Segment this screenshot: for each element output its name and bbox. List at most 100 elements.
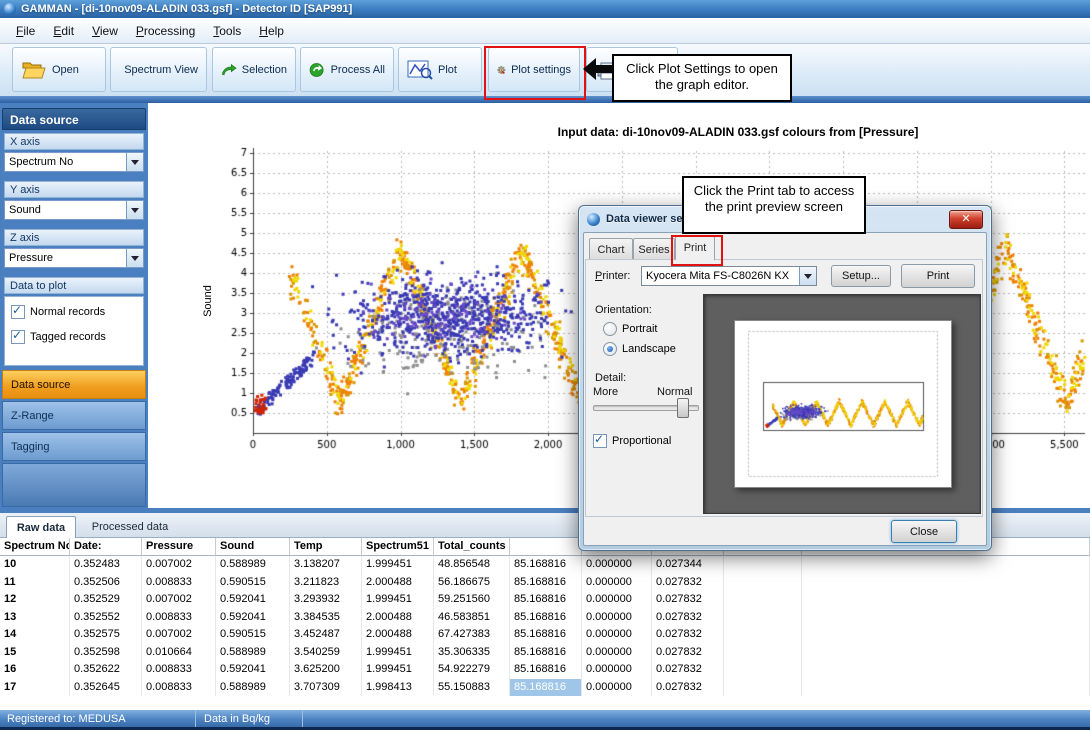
table-cell[interactable]: 0.590515: [216, 626, 290, 644]
table-cell[interactable]: [802, 661, 1090, 679]
dialog-close-icon[interactable]: ✕: [949, 210, 983, 229]
table-cell[interactable]: 3.211823: [290, 574, 362, 592]
table-cell[interactable]: 67.427383: [434, 626, 510, 644]
z-axis-select[interactable]: Pressure: [4, 248, 144, 268]
table-cell[interactable]: 0.027832: [652, 591, 724, 609]
table-cell[interactable]: 2.000488: [362, 609, 434, 627]
table-cell[interactable]: 55.150883: [434, 679, 510, 697]
table-cell[interactable]: 12: [0, 591, 70, 609]
table-header-cell[interactable]: Spectrum51: [362, 538, 434, 556]
table-cell[interactable]: [724, 591, 802, 609]
table-cell[interactable]: 1.999451: [362, 661, 434, 679]
table-cell[interactable]: 0.352529: [70, 591, 142, 609]
table-header-cell[interactable]: Sound: [216, 538, 290, 556]
menu-processing[interactable]: Processing: [128, 21, 203, 41]
table-cell[interactable]: 3.452487: [290, 626, 362, 644]
table-cell[interactable]: 0.000000: [582, 626, 652, 644]
table-cell[interactable]: [724, 679, 802, 697]
table-cell[interactable]: 3.707309: [290, 679, 362, 697]
table-cell[interactable]: 0.027832: [652, 626, 724, 644]
y-axis-select[interactable]: Sound: [4, 200, 144, 220]
table-cell[interactable]: [802, 556, 1090, 574]
table-cell[interactable]: 56.186675: [434, 574, 510, 592]
table-cell[interactable]: 0.008833: [142, 661, 216, 679]
table-cell[interactable]: 85.168816: [510, 661, 582, 679]
table-cell[interactable]: 54.922279: [434, 661, 510, 679]
table-cell[interactable]: 0.352622: [70, 661, 142, 679]
table-cell[interactable]: [724, 626, 802, 644]
detail-slider-thumb[interactable]: [677, 398, 689, 418]
proportional-checkbox[interactable]: Proportional: [593, 434, 671, 448]
chevron-down-icon[interactable]: [126, 249, 143, 267]
chevron-down-icon[interactable]: [126, 201, 143, 219]
table-cell[interactable]: 0.000000: [582, 644, 652, 662]
sidebar-nav-data-source[interactable]: Data source: [2, 370, 146, 399]
table-cell[interactable]: 0.007002: [142, 626, 216, 644]
table-cell[interactable]: 0.592041: [216, 591, 290, 609]
table-cell[interactable]: 0.352552: [70, 609, 142, 627]
table-cell[interactable]: 1.999451: [362, 556, 434, 574]
chevron-down-icon[interactable]: [799, 267, 816, 285]
table-cell[interactable]: 85.168816: [510, 609, 582, 627]
table-cell[interactable]: [724, 556, 802, 574]
table-cell[interactable]: [802, 644, 1090, 662]
table-cell[interactable]: 59.251560: [434, 591, 510, 609]
table-cell[interactable]: 17: [0, 679, 70, 697]
table-cell[interactable]: 85.168816: [510, 574, 582, 592]
table-cell[interactable]: [724, 609, 802, 627]
table-cell[interactable]: 3.138207: [290, 556, 362, 574]
table-cell[interactable]: 3.625200: [290, 661, 362, 679]
table-cell[interactable]: [802, 574, 1090, 592]
table-cell[interactable]: 11: [0, 574, 70, 592]
table-cell[interactable]: [802, 626, 1090, 644]
table-cell[interactable]: 0.007002: [142, 556, 216, 574]
table-cell[interactable]: [802, 591, 1090, 609]
table-cell[interactable]: 0.588989: [216, 556, 290, 574]
table-cell[interactable]: 13: [0, 609, 70, 627]
table-cell[interactable]: [724, 644, 802, 662]
table-cell[interactable]: 3.540259: [290, 644, 362, 662]
window-titlebar[interactable]: GAMMAN - [di-10nov09-ALADIN 033.gsf] - D…: [0, 0, 1090, 18]
printer-select[interactable]: Kyocera Mita FS-C8026N KX: [641, 266, 817, 286]
table-cell[interactable]: 0.007002: [142, 591, 216, 609]
setup-button[interactable]: Setup...: [831, 265, 891, 287]
table-header-cell[interactable]: [510, 538, 582, 556]
table-cell[interactable]: 3.293932: [290, 591, 362, 609]
tab-chart[interactable]: Chart: [589, 238, 633, 260]
table-cell[interactable]: 0.352506: [70, 574, 142, 592]
table-cell[interactable]: 0.000000: [582, 661, 652, 679]
menu-file[interactable]: File: [8, 21, 43, 41]
table-cell[interactable]: 0.592041: [216, 609, 290, 627]
table-cell[interactable]: 15: [0, 644, 70, 662]
table-cell[interactable]: 0.000000: [582, 556, 652, 574]
table-cell[interactable]: 0.000000: [582, 591, 652, 609]
close-button[interactable]: Close: [891, 520, 957, 543]
table-cell[interactable]: 14: [0, 626, 70, 644]
table-cell[interactable]: 85.168816: [510, 644, 582, 662]
table-cell[interactable]: 1.999451: [362, 644, 434, 662]
table-cell[interactable]: 0.592041: [216, 661, 290, 679]
table-cell[interactable]: 2.000488: [362, 626, 434, 644]
table-cell[interactable]: 1.998413: [362, 679, 434, 697]
sidebar-nav-z-range[interactable]: Z-Range: [2, 401, 146, 430]
menu-edit[interactable]: Edit: [45, 21, 82, 41]
table-cell[interactable]: 0.352575: [70, 626, 142, 644]
table-cell[interactable]: 16: [0, 661, 70, 679]
table-cell[interactable]: 0.352645: [70, 679, 142, 697]
table-header-cell[interactable]: Total_counts: [434, 538, 510, 556]
menu-view[interactable]: View: [84, 21, 126, 41]
table-cell[interactable]: 0.588989: [216, 644, 290, 662]
table-cell[interactable]: 2.000488: [362, 574, 434, 592]
tagged-records-checkbox[interactable]: Tagged records: [11, 330, 106, 344]
table-header-cell[interactable]: Date:: [70, 538, 142, 556]
tab-print[interactable]: Print: [675, 236, 715, 260]
table-cell[interactable]: 85.168816: [510, 679, 582, 697]
menu-tools[interactable]: Tools: [205, 21, 249, 41]
table-cell[interactable]: 85.168816: [510, 591, 582, 609]
table-header-cell[interactable]: Pressure: [142, 538, 216, 556]
table-cell[interactable]: 0.010664: [142, 644, 216, 662]
open-button[interactable]: Open: [12, 47, 106, 92]
table-cell[interactable]: [802, 609, 1090, 627]
table-cell[interactable]: [724, 574, 802, 592]
table-cell[interactable]: 0.008833: [142, 609, 216, 627]
